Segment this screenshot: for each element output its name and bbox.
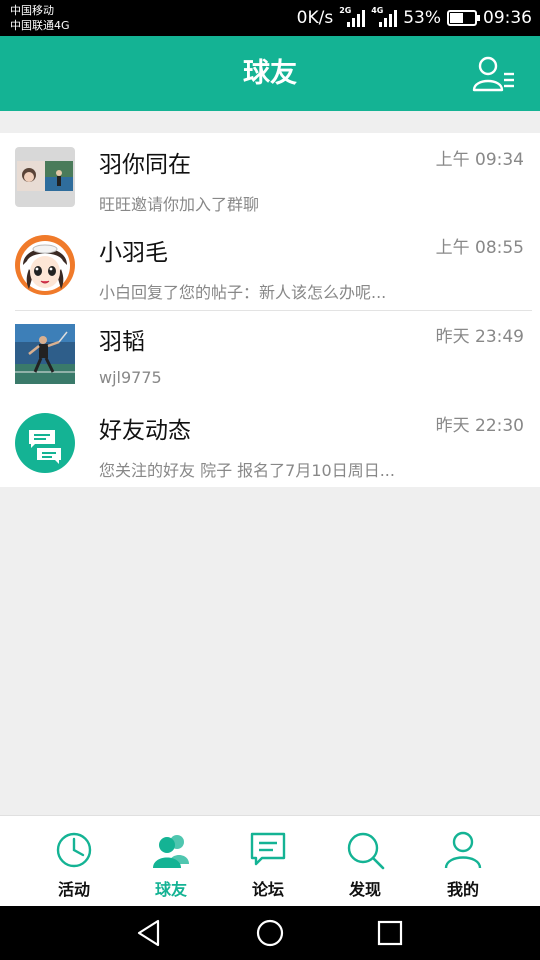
back-triangle-icon [137,919,160,947]
conversation-name: 小羽毛 [99,240,168,266]
battery-icon [447,10,480,26]
back-button[interactable] [134,917,166,949]
signal-2-icon: 4G [371,6,398,30]
conversation-time: 上午 09:34 [435,150,524,170]
carrier-1-label: 中国移动 [10,4,54,17]
system-nav-bar [0,906,540,960]
conversation-time: 上午 08:55 [435,238,524,258]
nav-discover[interactable]: 发现 [311,816,419,907]
contacts-list-icon [472,56,514,92]
nav-label: 发现 [348,880,381,899]
search-icon [347,832,385,870]
conversation-preview: wjl9775 [99,368,162,387]
conversation-name: 羽韬 [99,329,145,355]
conversation-time: 昨天 23:49 [435,327,524,347]
conversation-preview: 您关注的好友 院子 报名了7月10日周日... [99,461,395,480]
conversation-row[interactable]: 羽韬 wjl9775 昨天 23:49 [0,310,540,398]
recents-square-icon [377,920,403,946]
conversation-preview: 小白回复了您的帖子：新人该怎么办呢... [99,283,387,302]
carrier-2-label: 中国联通4G [10,19,70,32]
conversation-row[interactable]: 羽你同在 旺旺邀请你加入了群聊 上午 09:34 [0,133,540,221]
nav-forum[interactable]: 论坛 [214,816,322,907]
badminton-player-avatar [15,324,75,384]
nav-activities[interactable]: 活动 [20,816,128,907]
conversation-name: 好友动态 [99,418,191,444]
conversation-time: 昨天 22:30 [435,416,524,436]
conversation-row[interactable]: 小羽毛 小白回复了您的帖子：新人该怎么办呢... 上午 08:55 [0,221,540,309]
friends-icon [153,835,189,868]
status-indicators: 0K/s 2G 4G 53% 09:36 [297,0,532,36]
nav-me[interactable]: 我的 [409,816,517,907]
chat-bubbles-icon [15,413,75,473]
profile-icon [444,831,482,869]
conversation-list: 羽你同在 旺旺邀请你加入了群聊 上午 09:34 小羽毛 小白回复了您的帖子：新… [0,133,540,487]
status-bar: 中国移动 中国联通4G 0K/s 2G 4G 53% 09:36 [0,0,540,36]
conversation-row[interactable]: 好友动态 您关注的好友 院子 报名了7月10日周日... 昨天 22:30 [0,399,540,487]
app-header: 球友 [0,36,540,111]
cartoon-girl-avatar [15,235,75,295]
clock-icon [56,832,92,868]
nav-label: 活动 [57,880,90,899]
home-button[interactable] [254,917,286,949]
group-photo-avatar [15,147,75,207]
conversation-preview: 旺旺邀请你加入了群聊 [99,195,260,214]
conversation-name: 羽你同在 [99,152,191,178]
battery-percent: 53% [403,8,441,28]
nav-label: 球友 [154,880,187,899]
recents-button[interactable] [374,917,406,949]
nav-label: 我的 [446,880,479,899]
net-speed: 0K/s [296,8,334,28]
forum-icon [250,832,286,866]
carrier-info: 中国移动 中国联通4G [10,3,70,33]
nav-label: 论坛 [251,880,284,899]
signal-1-icon: 2G [339,6,366,30]
page-title: 球友 [243,58,297,89]
clock: 09:36 [483,8,532,28]
home-circle-icon [256,919,284,947]
bottom-nav: 活动 球友 论坛 发现 我的 [0,815,540,906]
nav-friends[interactable]: 球友 [117,816,225,907]
contacts-list-button[interactable] [472,54,516,94]
